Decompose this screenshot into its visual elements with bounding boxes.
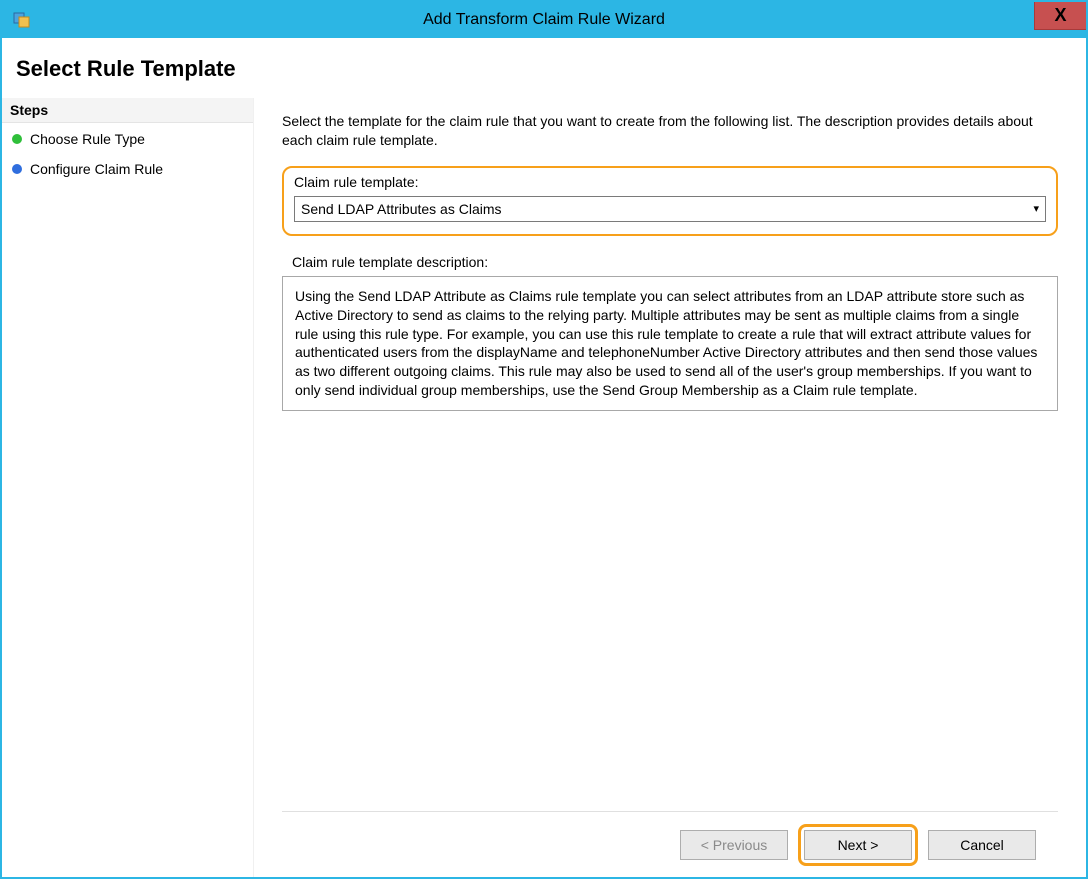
spacer	[282, 411, 1058, 811]
template-select-group: Claim rule template: Send LDAP Attribute…	[282, 166, 1058, 236]
bullet-icon	[12, 134, 22, 144]
step-choose-rule-type[interactable]: Choose Rule Type	[2, 123, 253, 153]
button-row: < Previous Next > Cancel	[282, 811, 1058, 877]
cancel-button[interactable]: Cancel	[928, 830, 1036, 860]
steps-sidebar: Steps Choose Rule Type Configure Claim R…	[2, 98, 254, 877]
close-icon: X	[1054, 5, 1066, 26]
content-area: Select Rule Template Steps Choose Rule T…	[2, 38, 1086, 877]
description-label: Claim rule template description:	[292, 254, 1058, 270]
step-configure-claim-rule[interactable]: Configure Claim Rule	[2, 153, 253, 183]
chevron-down-icon: ▾	[1033, 202, 1039, 215]
previous-button[interactable]: < Previous	[680, 830, 788, 860]
cancel-button-label: Cancel	[960, 837, 1004, 853]
step-label: Choose Rule Type	[30, 131, 145, 147]
next-button-label: Next >	[838, 837, 879, 853]
page-title: Select Rule Template	[2, 38, 1086, 98]
window-title: Add Transform Claim Rule Wizard	[423, 11, 665, 29]
app-icon	[12, 10, 32, 30]
two-column-layout: Steps Choose Rule Type Configure Claim R…	[2, 98, 1086, 877]
bullet-icon	[12, 164, 22, 174]
previous-button-label: < Previous	[701, 837, 768, 853]
titlebar: Add Transform Claim Rule Wizard X	[2, 2, 1086, 38]
intro-text: Select the template for the claim rule t…	[282, 112, 1058, 150]
claim-rule-template-dropdown[interactable]: Send LDAP Attributes as Claims ▾	[294, 196, 1046, 222]
step-label: Configure Claim Rule	[30, 161, 163, 177]
close-button[interactable]: X	[1034, 2, 1086, 30]
dropdown-selected-value: Send LDAP Attributes as Claims	[301, 201, 502, 217]
next-button-highlight: Next >	[798, 824, 918, 866]
wizard-window: Add Transform Claim Rule Wizard X Select…	[0, 0, 1088, 879]
next-button[interactable]: Next >	[804, 830, 912, 860]
main-panel: Select the template for the claim rule t…	[254, 98, 1086, 877]
steps-header: Steps	[2, 98, 253, 123]
description-box: Using the Send LDAP Attribute as Claims …	[282, 276, 1058, 411]
template-label: Claim rule template:	[294, 174, 1046, 190]
